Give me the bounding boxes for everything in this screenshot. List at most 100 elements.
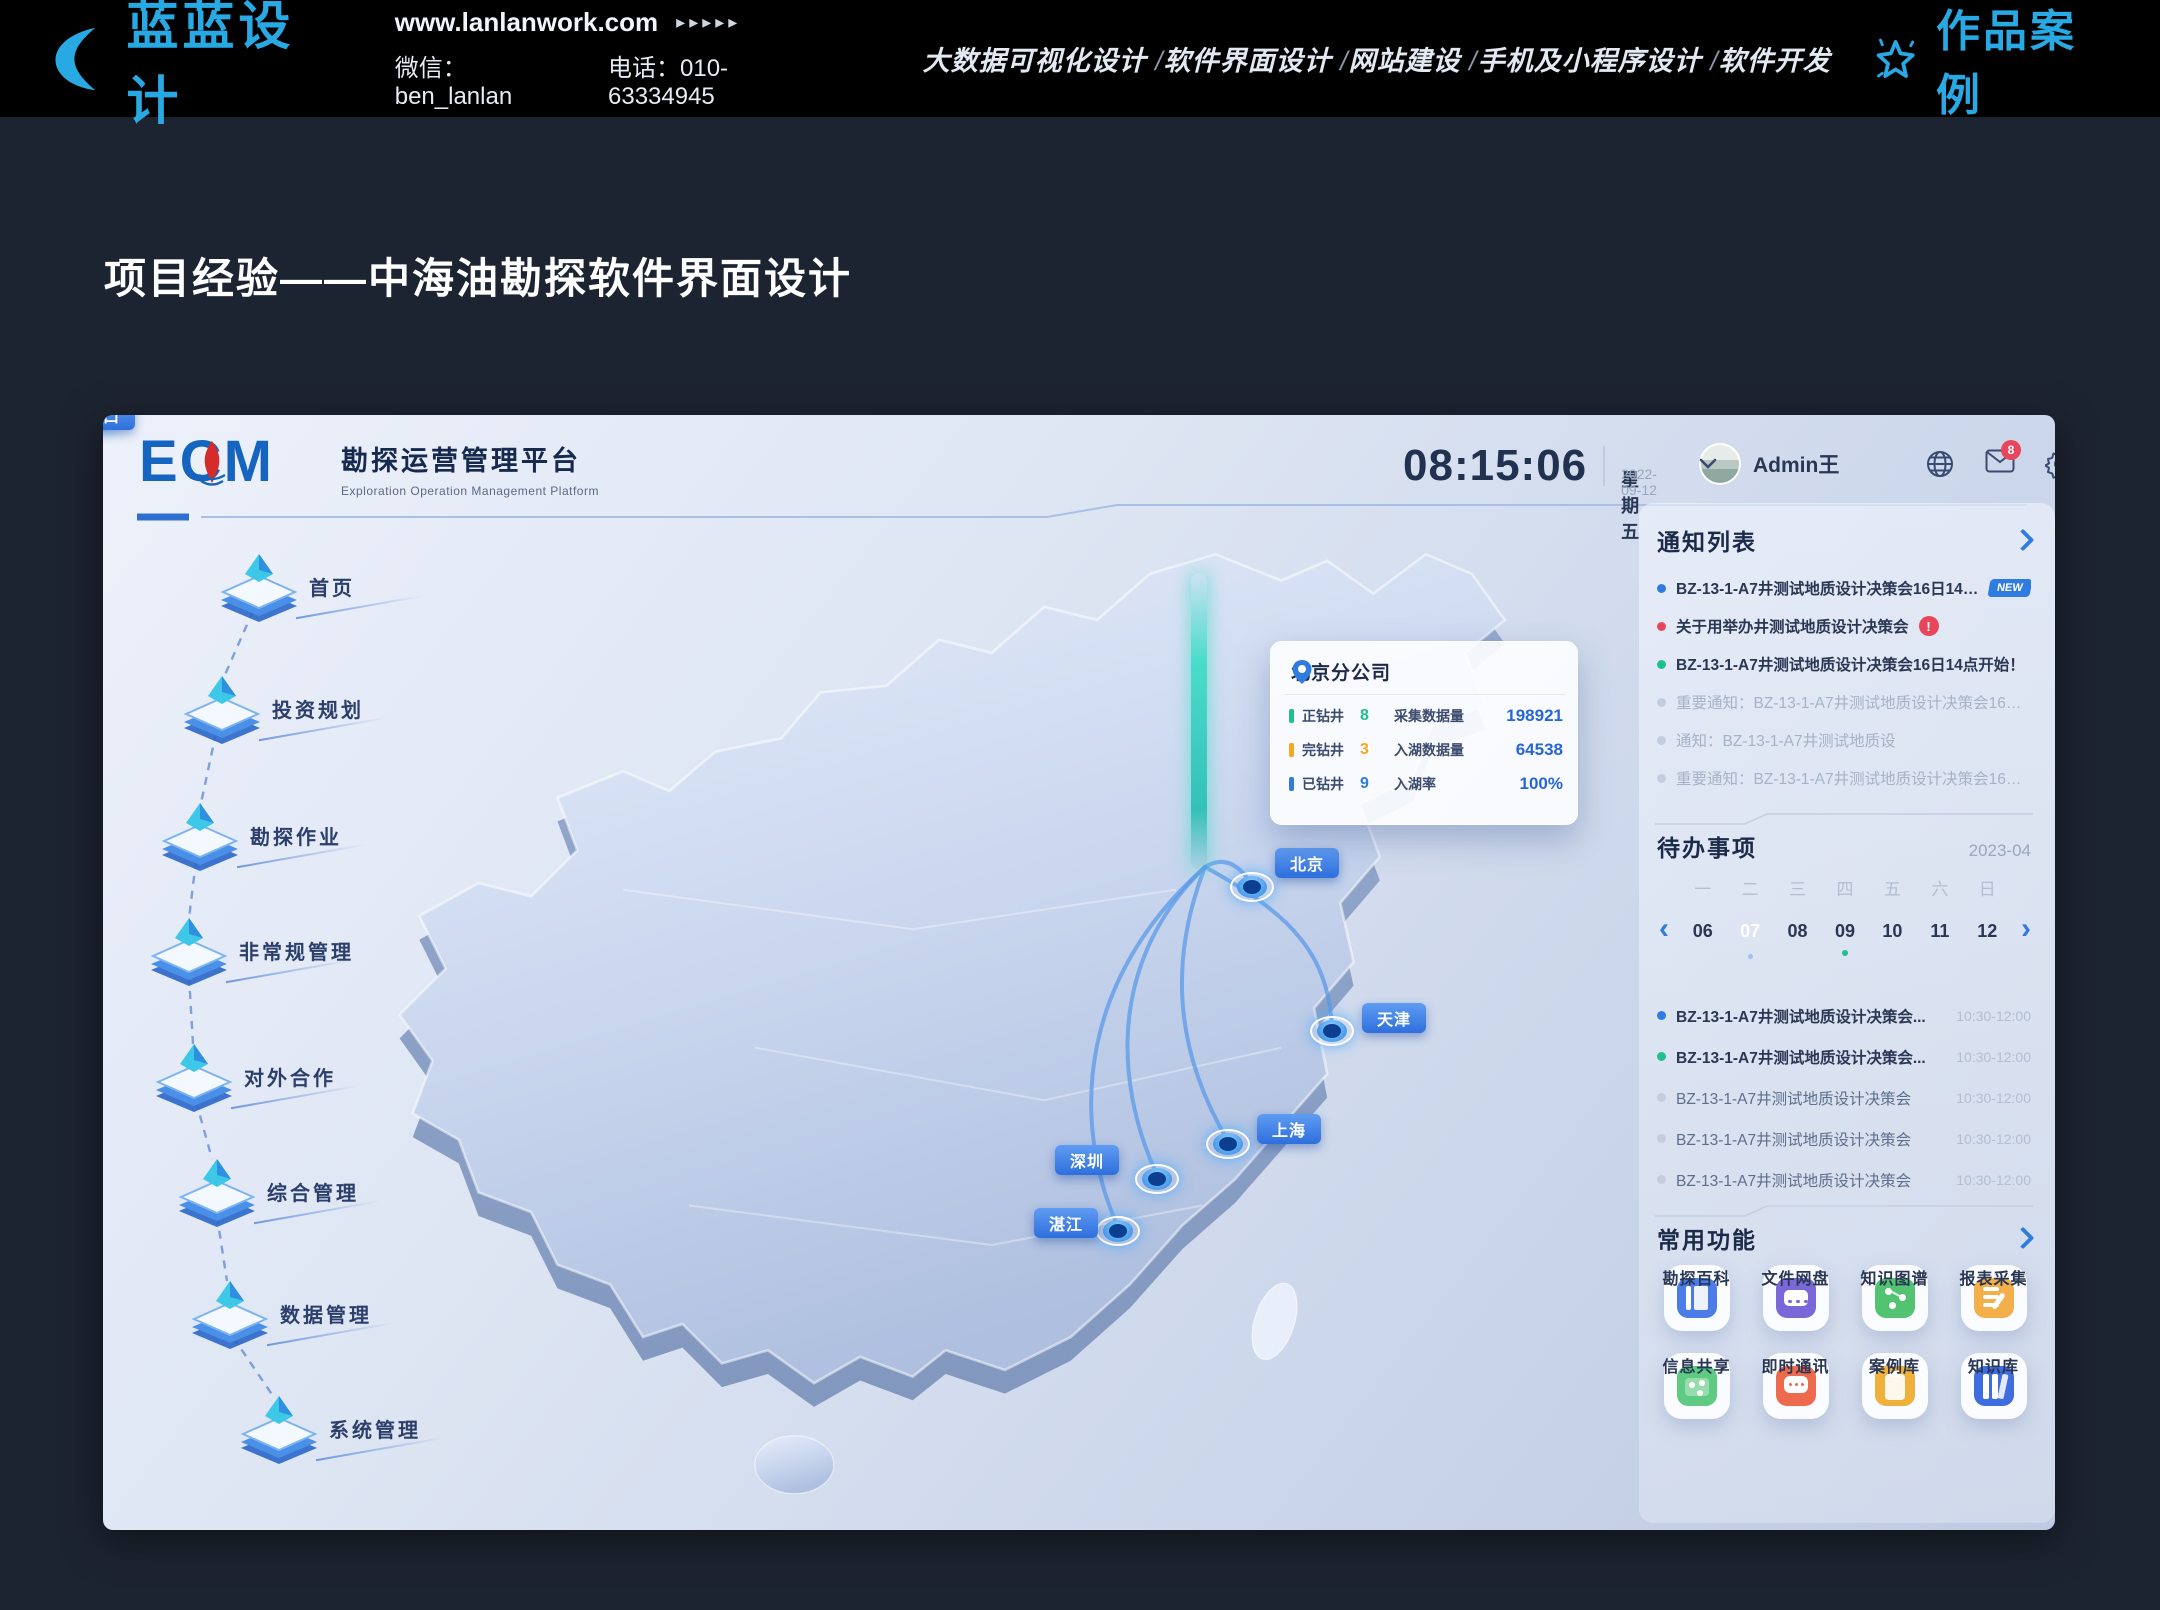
todo-text: BZ-13-1-A7井测试地质设计决策会 <box>1676 1087 1911 1109</box>
city-label[interactable]: 北京 <box>1275 848 1339 878</box>
lanlan-logo-text: 蓝蓝设计 <box>126 0 338 134</box>
platform-3d-icon <box>180 670 264 746</box>
function-tile[interactable]: 报表采集 <box>1944 1265 2043 1331</box>
function-label: 即时通讯 <box>1761 1353 1829 1377</box>
site-nav-item[interactable]: 大数据可视化设计 <box>923 39 1164 78</box>
sidebar-item[interactable]: 对外合作 <box>152 1038 482 1118</box>
todo-text: BZ-13-1-A7井测试地质设计决策会... <box>1676 1046 1926 1068</box>
platform-3d-icon <box>175 1153 259 1229</box>
stat-value-right: 198921 <box>1506 706 1563 726</box>
site-nav-item[interactable]: 软件开发 <box>1719 39 1831 78</box>
todo-text: BZ-13-1-A7井测试地质设计决策会... <box>1676 1005 1926 1027</box>
stat-label: 已钻井 <box>1302 774 1360 794</box>
notification-item[interactable]: 重要通知：BZ-13-1-A7井测试地质设计决策会16日14... <box>1657 683 2031 721</box>
calendar-next-arrow[interactable]: › <box>2011 910 2041 952</box>
todo-item[interactable]: BZ-13-1-A7井测试地质设计决策会... 10:30-12:00 <box>1657 995 2031 1036</box>
calendar-prev-arrow[interactable]: ‹ <box>1649 910 1679 952</box>
sidebar-item-label: 系统管理 <box>329 1414 421 1443</box>
notification-item[interactable]: 通知：BZ-13-1-A7井测试地质设 <box>1657 721 2031 759</box>
portfolio-label: 作品案例 <box>1936 0 2114 123</box>
city-label[interactable]: 湛江 <box>1034 1208 1098 1238</box>
sidebar-item[interactable]: 非常规管理 <box>147 912 477 992</box>
todo-item[interactable]: BZ-13-1-A7井测试地质设计决策会 10:30-12:00 <box>1657 1159 2031 1200</box>
stat-label-right: 入湖率 <box>1394 774 1486 794</box>
stat-tick <box>1289 777 1294 791</box>
notification-list: BZ-13-1-A7井测试地质设计决策会16日14点开始 NEW 关于用举办井测… <box>1657 569 2031 797</box>
lanlan-logo[interactable]: 蓝蓝设计 <box>46 0 339 134</box>
weekday-cell: 三 <box>1774 875 1821 900</box>
site-nav-item[interactable]: 网站建设 <box>1349 39 1478 78</box>
portfolio-link[interactable]: 作品案例 <box>1871 0 2114 123</box>
marker-core <box>1323 1024 1341 1038</box>
calendar-day[interactable]: 09 <box>1821 910 1868 952</box>
calendar-day-selected[interactable]: 07 <box>1726 910 1773 952</box>
sidebar-item[interactable]: 首页 <box>217 548 547 628</box>
website-url[interactable]: www.lanlanwork.com <box>395 7 658 38</box>
clock-block: 08:15:06 星期五 2022-09-12 <box>1403 441 1621 491</box>
messages-button[interactable]: 8 <box>1985 449 2015 479</box>
city-marker[interactable] <box>1135 1164 1179 1194</box>
mail-badge: 8 <box>2001 440 2021 460</box>
todo-item[interactable]: BZ-13-1-A7井测试地质设计决策会... 10:30-12:00 <box>1657 1036 2031 1077</box>
function-tile[interactable]: 即时通讯 <box>1746 1353 1845 1419</box>
clock-divider <box>1603 446 1605 486</box>
function-tile[interactable]: 知识库 <box>1944 1353 2043 1419</box>
sidebar-item[interactable]: 投资规划 <box>180 670 510 750</box>
section-divider <box>1653 1203 2035 1219</box>
branch-popup-card: 北京分公司 正钻井 8 采集数据量 198921 完钻井 3 入湖数据量 <box>1270 641 1578 825</box>
todo-item[interactable]: BZ-13-1-A7井测试地质设计决策会 10:30-12:00 <box>1657 1077 2031 1118</box>
function-label: 案例库 <box>1869 1353 1920 1377</box>
site-nav-item[interactable]: 手机及小程序设计 <box>1478 39 1719 78</box>
site-header: 蓝蓝设计 www.lanlanwork.com ▸▸▸▸▸ 微信：ben_lan… <box>0 0 2160 117</box>
user-menu[interactable]: Admin王 <box>1699 443 1839 485</box>
todo-list: BZ-13-1-A7井测试地质设计决策会... 10:30-12:00 BZ-1… <box>1657 995 2031 1200</box>
notification-dot <box>1657 774 1666 783</box>
notification-item[interactable]: BZ-13-1-A7井测试地质设计决策会16日14点开始 NEW <box>1657 569 2031 607</box>
todo-dot <box>1657 1011 1666 1020</box>
function-tile[interactable]: 信息共享 <box>1647 1353 1746 1419</box>
todo-item[interactable]: BZ-13-1-A7井测试地质设计决策会 10:30-12:00 <box>1657 1118 2031 1159</box>
right-panel: 通知列表 BZ-13-1-A7井测试地质设计决策会16日14点开始 NEW 关于… <box>1639 503 2055 1523</box>
todo-dot <box>1657 1052 1666 1061</box>
calendar-day[interactable]: 11 <box>1916 910 1963 952</box>
stat-value: 8 <box>1360 707 1394 725</box>
functions-header: 常用功能 <box>1657 1221 2031 1255</box>
calendar-day[interactable]: 12 <box>1964 910 2011 952</box>
username: Admin王 <box>1753 449 1839 479</box>
platform-3d-icon <box>152 1038 236 1114</box>
notification-item[interactable]: 重要通知：BZ-13-1-A7井测试地质设计决策会16日14... <box>1657 759 2031 797</box>
settings-button[interactable] <box>2045 449 2055 479</box>
functions-more-arrow-icon[interactable] <box>2012 1227 2035 1250</box>
city-label[interactable]: 天津 <box>1362 1003 1426 1033</box>
city-label[interactable]: 上海 <box>1257 1114 1321 1144</box>
sidebar-item[interactable]: 系统管理 <box>237 1390 567 1470</box>
notification-dot <box>1657 660 1666 669</box>
sidebar-item[interactable]: 综合管理 <box>175 1153 505 1233</box>
calendar-month: 2023-04 <box>1969 841 2031 861</box>
notification-badge: NEW <box>1988 579 2031 597</box>
city-marker[interactable] <box>1096 1216 1140 1246</box>
function-label: 信息共享 <box>1662 1353 1730 1377</box>
todo-time: 10:30-12:00 <box>1956 1090 2031 1106</box>
language-globe-button[interactable] <box>1925 449 1955 479</box>
notification-item[interactable]: 关于用举办井测试地质设计决策会 ! <box>1657 607 2031 645</box>
site-nav-item[interactable]: 软件界面设计 <box>1164 39 1349 78</box>
function-tile[interactable]: 案例库 <box>1845 1353 1944 1419</box>
platform-3d-icon <box>147 912 231 988</box>
sidebar-item[interactable]: 勘探作业 <box>158 797 488 877</box>
sidebar-item-label: 综合管理 <box>267 1177 359 1206</box>
sidebar-item[interactable]: 数据管理 <box>188 1275 518 1355</box>
city-marker[interactable] <box>1310 1016 1354 1046</box>
function-tile[interactable]: 知识图谱 <box>1845 1265 1944 1331</box>
calendar-day[interactable]: 06 <box>1679 910 1726 952</box>
calendar-day[interactable]: 08 <box>1774 910 1821 952</box>
notification-text: BZ-13-1-A7井测试地质设计决策会16日14点开始 <box>1676 577 1979 599</box>
city-label[interactable]: 深圳 <box>1055 1145 1119 1175</box>
notifications-more-arrow-icon[interactable] <box>2012 529 2035 552</box>
calendar-day[interactable]: 10 <box>1869 910 1916 952</box>
function-tile[interactable]: 勘探百科 <box>1647 1265 1746 1331</box>
city-marker[interactable] <box>1230 872 1274 902</box>
notification-item[interactable]: BZ-13-1-A7井测试地质设计决策会16日14点开始！ <box>1657 645 2031 683</box>
function-tile[interactable]: 文件网盘 <box>1746 1265 1845 1331</box>
city-marker[interactable] <box>1206 1129 1250 1159</box>
